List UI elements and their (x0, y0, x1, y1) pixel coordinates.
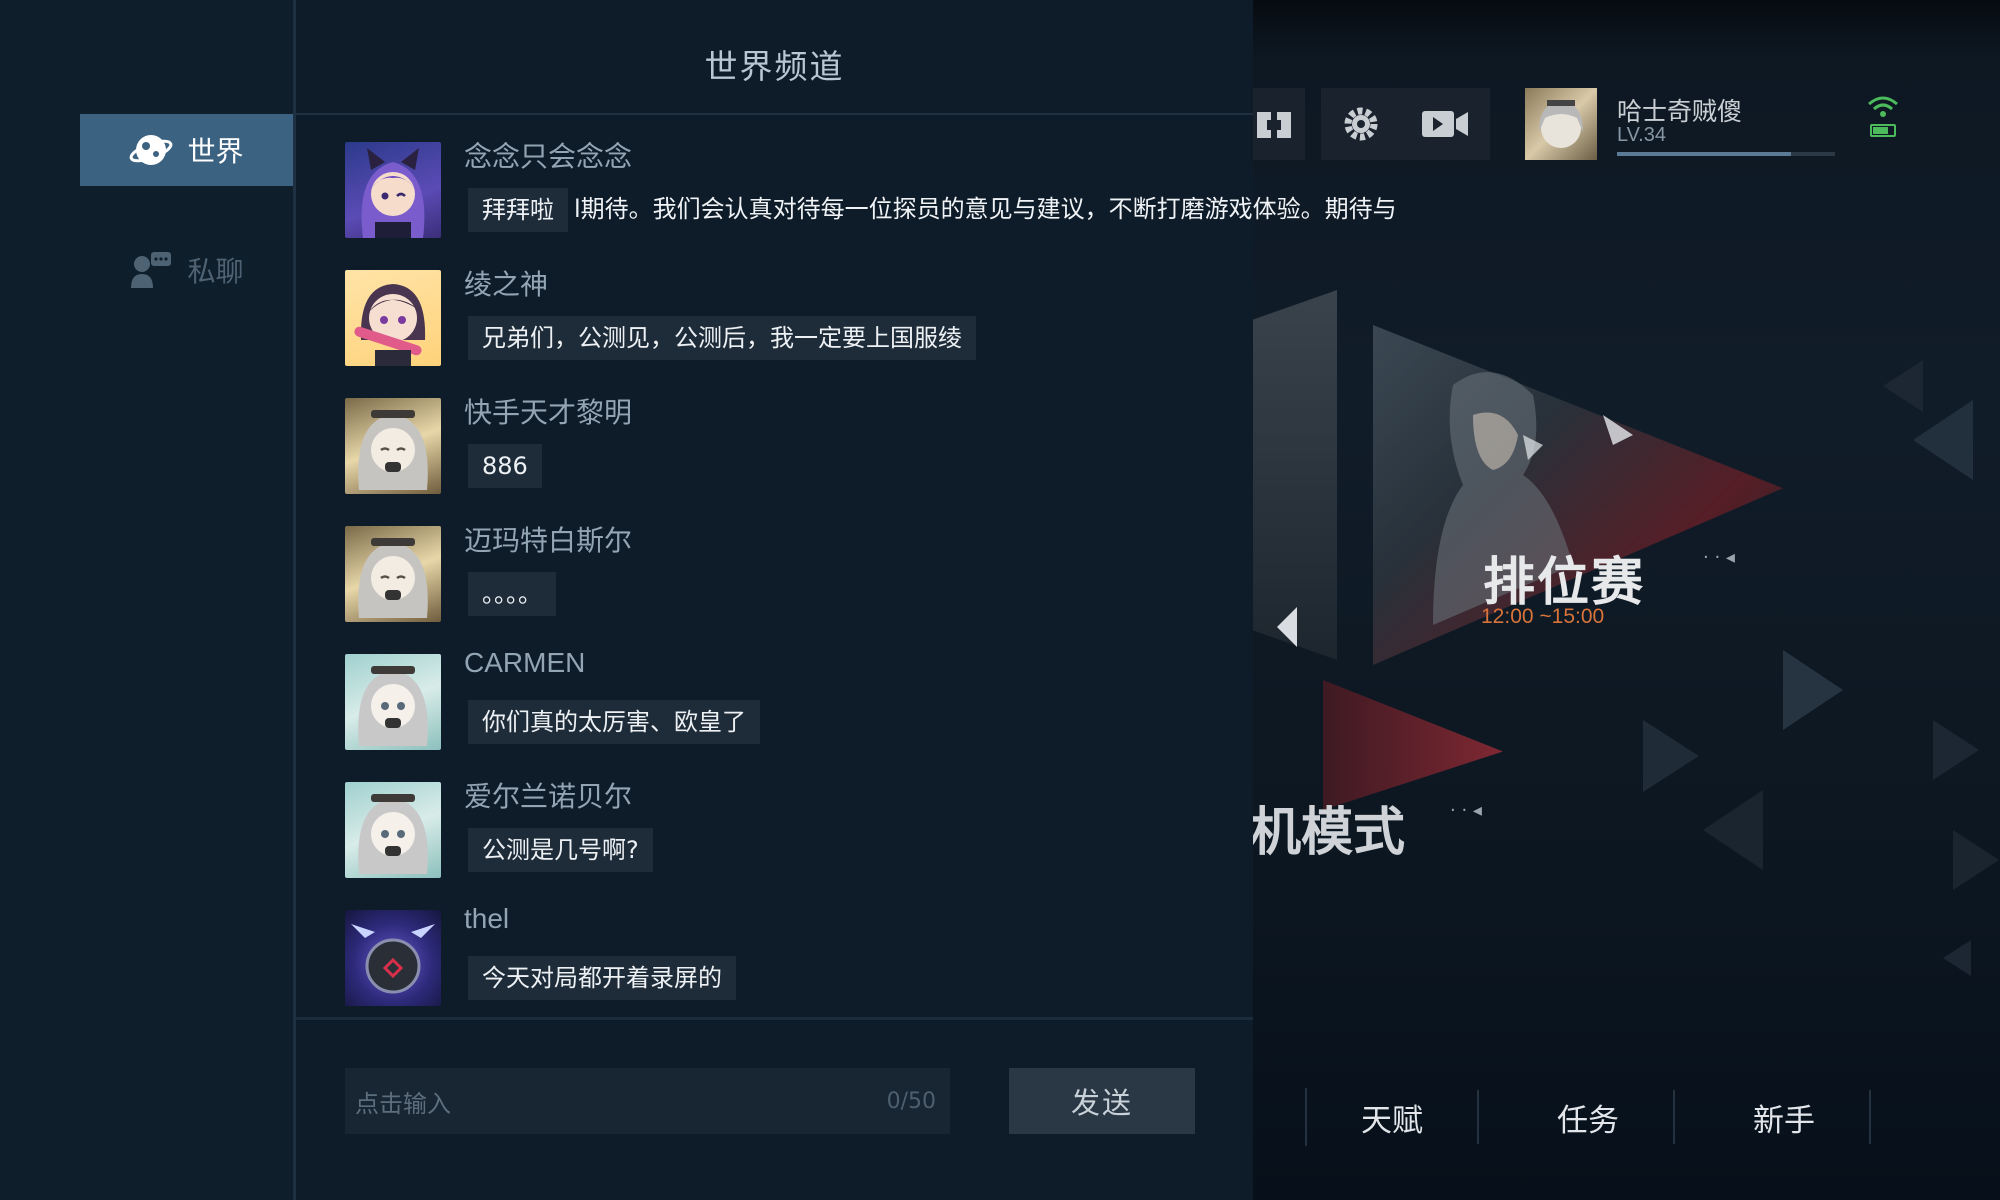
private-chat-icon (131, 252, 172, 288)
silver-haired-maid-teal-avatar-icon (358, 794, 428, 874)
world-chat-panel: 世界频道 念念只会念念 拜拜啦 绫之神 兄弟们，公测见，公测后，我一定要上国服绫… (296, 0, 1397, 1200)
network-status (1866, 92, 1900, 146)
chat-message: 爱尔兰诺贝尔 公测是几号啊? (345, 768, 1245, 878)
message-bubble: 今天对局都开着录屏的 (468, 956, 736, 1000)
avatar[interactable] (345, 526, 441, 622)
player-avatar (1525, 88, 1597, 160)
chat-message: 快手天才黎明 886 (345, 384, 1245, 494)
settings-button[interactable] (1321, 88, 1401, 160)
machine-more-icon: · · ◂ (1450, 800, 1482, 821)
tab-talent[interactable]: 天赋 (1307, 1090, 1479, 1144)
nav-world-label: 世界 (187, 135, 244, 168)
message-bubble: 兄弟们，公测见，公测后，我一定要上国服绫 (468, 316, 976, 360)
left-arrow-icon[interactable] (1277, 607, 1297, 647)
avatar[interactable] (345, 398, 441, 494)
nav-world[interactable]: 世界 (80, 114, 293, 186)
message-bubble: 你们真的太厉害、欧皇了 (468, 700, 760, 744)
ranked-mode-label: 排位赛 (1483, 553, 1646, 613)
silver-haired-maid-avatar-icon (358, 538, 428, 618)
avatar[interactable] (345, 910, 441, 1006)
char-counter: 0/50 (886, 1088, 936, 1114)
input-placeholder: 点击输入 (355, 1089, 451, 1118)
dark-orb-avatar-icon (351, 924, 435, 994)
level-progress-fill (1617, 152, 1792, 156)
message-list[interactable]: 念念只会念念 拜拜啦 绫之神 兄弟们，公测见，公测后，我一定要上国服绫 快手天才… (296, 128, 1397, 1008)
level-progress-track (1617, 152, 1835, 156)
tab-tasks[interactable]: 任务 (1503, 1090, 1675, 1144)
player-card[interactable]: 哈士奇贼傻 LV.34 (1525, 88, 1835, 160)
gear-icon (1344, 107, 1378, 141)
deco-triangle (1783, 650, 1843, 730)
chat-input[interactable]: 点击输入 0/50 (345, 1068, 950, 1134)
silver-haired-maid-icon (1539, 100, 1583, 148)
message-bubble: 886 (468, 444, 542, 488)
planet-icon (130, 135, 173, 165)
ranked-more-icon: · · ◂ (1703, 547, 1735, 568)
ranked-mode-card[interactable]: 排位赛 12:00 ~15:00 · · ◂ (1373, 325, 1783, 665)
nav-private-chat[interactable]: 私聊 (80, 234, 293, 306)
overflowing-message-text: l期待。我们会认真对待每一位探员的意见与建议，不断打磨游戏体验。期待与 (574, 195, 1397, 223)
chat-message: thel 今天对局都开着录屏的 (345, 896, 1245, 1006)
tab-newbie[interactable]: 新手 (1699, 1090, 1871, 1144)
friends-icon (1257, 112, 1291, 138)
deco-triangle (1883, 360, 1923, 412)
player-name: 哈士奇贼傻 (1617, 97, 1743, 126)
game-lobby-background: 哈士奇贼傻 LV.34 排位赛 12:00 ~15:00 · · ◂ 机模式 ·… (1253, 0, 2000, 1200)
deco-triangle (1703, 790, 1763, 870)
chat-message: 迈玛特白斯尔 。。。。 (345, 512, 1245, 622)
mode-card-left[interactable] (1253, 290, 1337, 660)
chat-message: CARMEN 你们真的太厉害、欧皇了 (345, 640, 1245, 750)
sender-name: 绫之神 (464, 268, 549, 301)
sender-name: CARMEN (464, 647, 586, 678)
partial-icon[interactable] (1253, 88, 1305, 160)
silver-haired-maid-teal-avatar-icon (358, 666, 428, 746)
chat-title: 世界频道 (704, 47, 845, 86)
chat-message: 绫之神 兄弟们，公测见，公测后，我一定要上国服绫 (345, 256, 1245, 366)
send-button[interactable]: 发送 (1009, 1068, 1195, 1134)
sender-name: 迈玛特白斯尔 (464, 524, 633, 557)
divider (296, 113, 1253, 115)
divider (296, 1017, 1253, 1020)
channel-nav: 世界 私聊 (0, 0, 296, 1200)
sender-name: thel (464, 903, 510, 934)
deco-triangle (1953, 830, 1999, 890)
avatar[interactable] (345, 654, 441, 750)
record-button[interactable] (1400, 88, 1490, 160)
avatar[interactable] (345, 782, 441, 878)
deco-triangle (1643, 720, 1699, 792)
sender-name: 快手天才黎明 (464, 396, 633, 429)
ranked-mode-time: 12:00 ~15:00 (1481, 605, 1605, 628)
deco-triangle (1943, 940, 1971, 976)
silver-haired-maid-avatar-icon (358, 410, 428, 490)
avatar[interactable] (345, 142, 441, 238)
sender-name: 念念只会念念 (464, 140, 633, 173)
nav-private-label: 私聊 (187, 255, 244, 288)
avatar[interactable] (345, 270, 441, 366)
sender-name: 爱尔兰诺贝尔 (464, 780, 633, 813)
machine-mode-label[interactable]: 机模式 (1253, 790, 1405, 865)
purple-haired-girl-avatar-icon (361, 148, 425, 238)
deco-triangle (1913, 400, 1973, 480)
message-bubble: 拜拜啦 (468, 188, 568, 232)
video-camera-icon (1422, 111, 1468, 137)
wifi-icon (1868, 96, 1898, 137)
dark-haired-girl-avatar-icon (354, 284, 426, 366)
deco-triangle (1933, 720, 1979, 780)
message-bubble: 公测是几号啊? (468, 828, 653, 872)
player-level: LV.34 (1617, 124, 1666, 146)
message-bubble: 。。。。 (468, 572, 556, 616)
